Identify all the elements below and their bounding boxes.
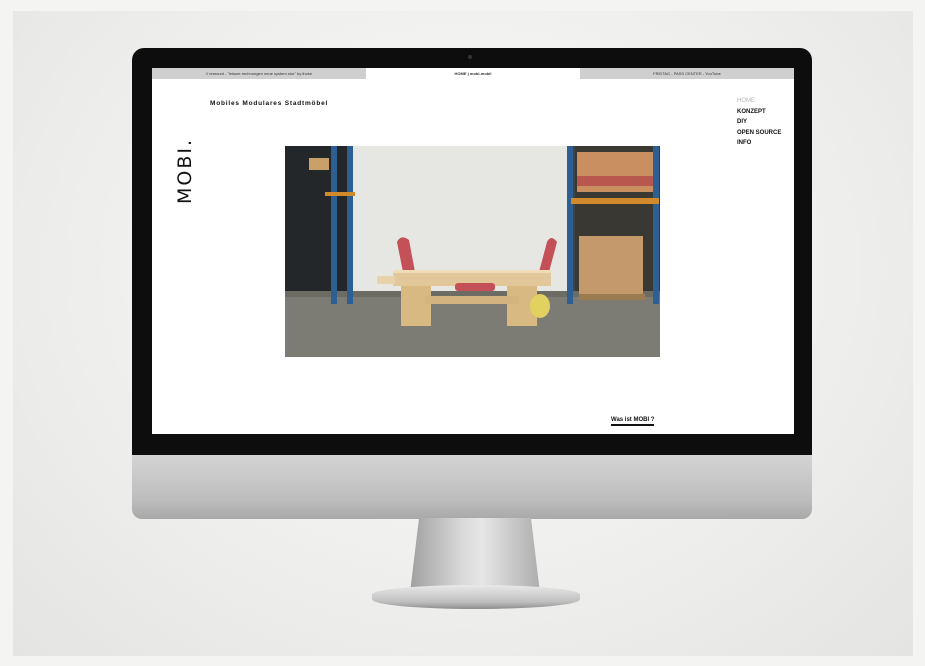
site-logo[interactable]: MOBI. bbox=[174, 138, 196, 204]
monitor-stand bbox=[410, 518, 540, 588]
tab-right[interactable]: FREITAG - PASS CENTER - YouTube bbox=[580, 68, 794, 79]
nav-item-diy[interactable]: DIY bbox=[737, 117, 781, 128]
main-nav: HOME KONZEPT DIY OPEN SOURCE INFO bbox=[737, 96, 781, 149]
site-subtitle: Mobiles Modulares Stadtmöbel bbox=[210, 100, 329, 107]
monitor-base bbox=[372, 585, 580, 609]
tab-left[interactable]: // remount - "leisure rechnungen neue sy… bbox=[152, 68, 366, 79]
tab-active[interactable]: HOME | mobi-mobil bbox=[366, 68, 580, 79]
nav-item-home[interactable]: HOME bbox=[737, 96, 781, 107]
browser-screen: // remount - "leisure rechnungen neue sy… bbox=[152, 68, 794, 434]
nav-item-konzept[interactable]: KONZEPT bbox=[737, 107, 781, 118]
monitor-chin bbox=[132, 455, 812, 519]
camera-icon bbox=[468, 55, 472, 59]
bench-photo bbox=[285, 146, 660, 357]
what-is-mobi-link[interactable]: Was ist MOBI ? bbox=[611, 417, 655, 426]
hero-image bbox=[285, 146, 660, 357]
browser-tab-bar: // remount - "leisure rechnungen neue sy… bbox=[152, 68, 794, 79]
nav-item-open-source[interactable]: OPEN SOURCE bbox=[737, 128, 781, 139]
nav-item-info[interactable]: INFO bbox=[737, 138, 781, 149]
